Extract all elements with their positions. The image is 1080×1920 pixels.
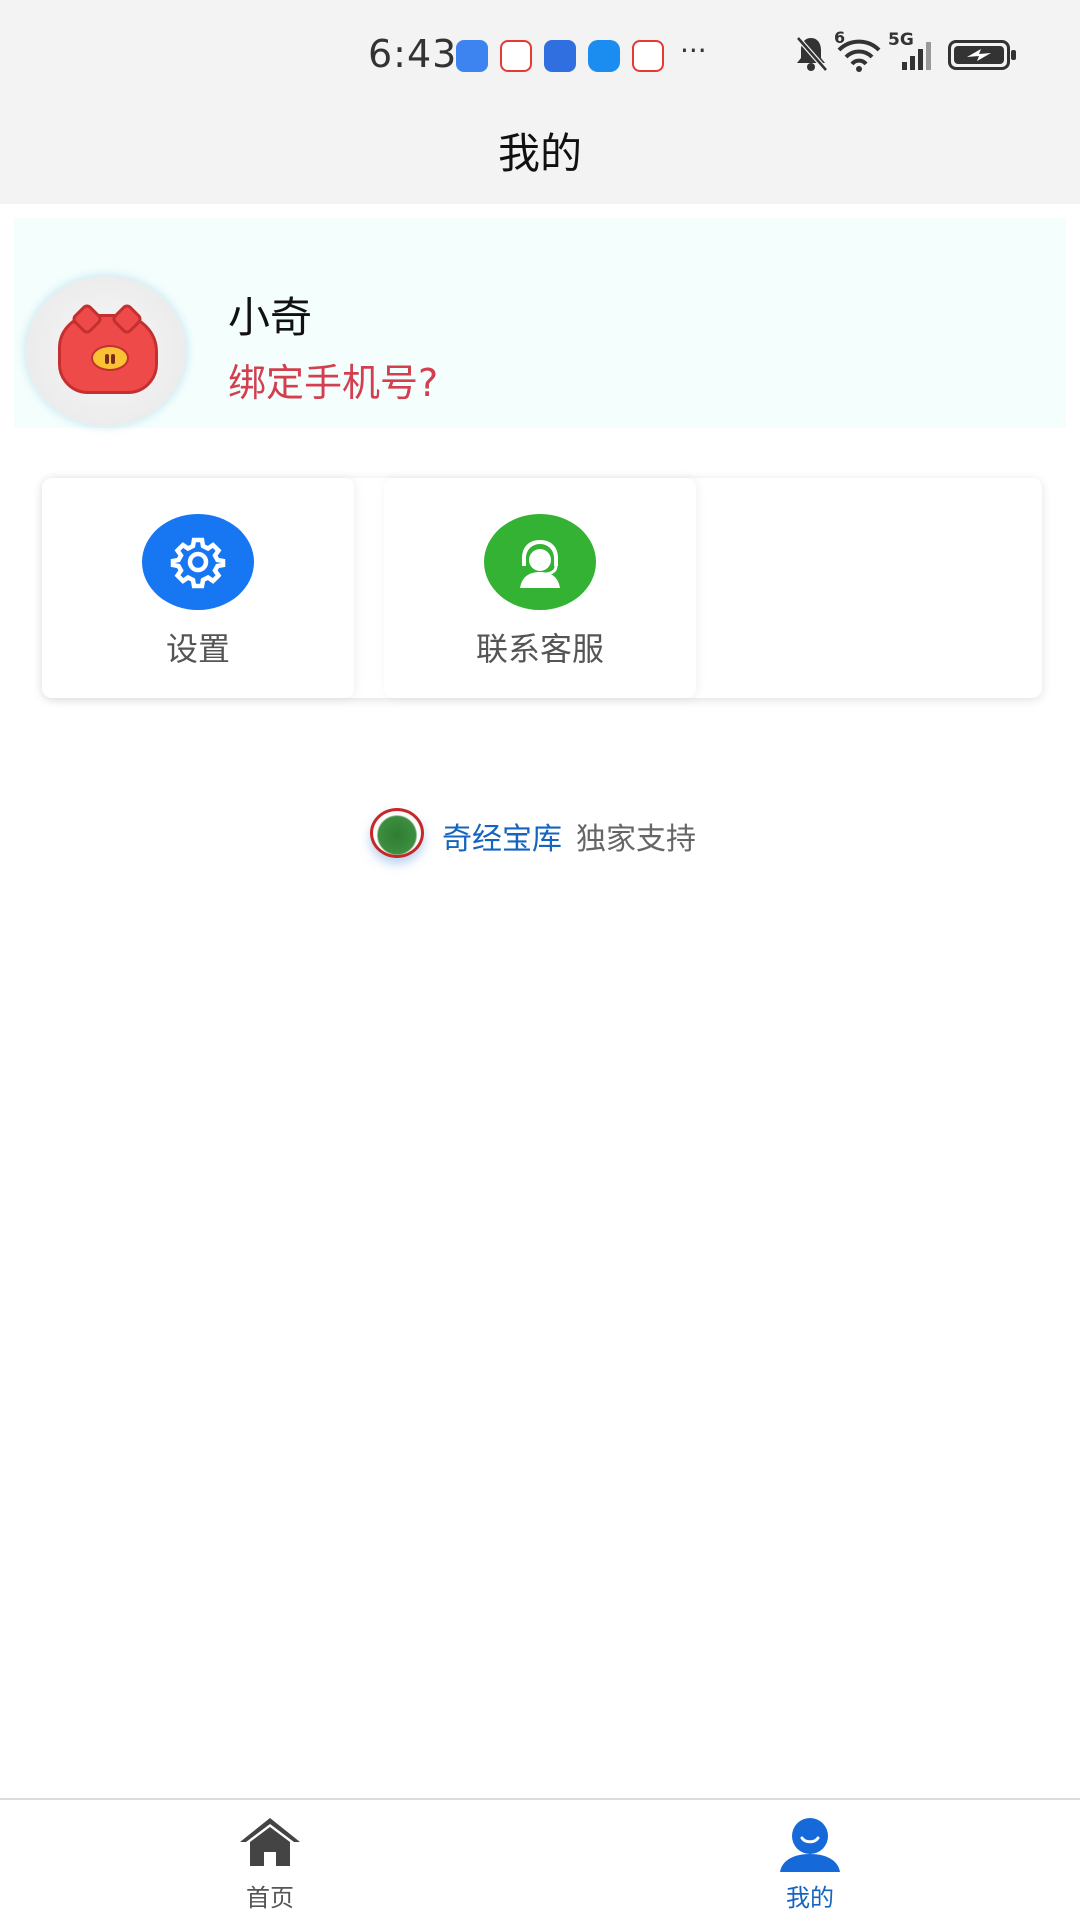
- tab-home-label: 首页: [246, 1884, 294, 1912]
- brand-logo-icon: [370, 808, 424, 858]
- avatar[interactable]: [26, 276, 186, 426]
- powered-by-suffix: 独家支持: [576, 822, 696, 857]
- network-type-label: 5G: [888, 30, 914, 50]
- tab-mine-label: 我的: [786, 1884, 834, 1912]
- gear-icon: [142, 514, 254, 610]
- user-name: 小奇: [228, 293, 313, 342]
- settings-button[interactable]: 设置: [42, 478, 354, 698]
- powered-by-brand: 奇经宝库: [442, 822, 562, 857]
- settings-label: 设置: [165, 630, 230, 668]
- bell-muted-icon: [796, 36, 828, 72]
- menu-card: 设置 联系客服: [42, 478, 1042, 698]
- header: 6:43 ··· 6 5G 我的: [0, 0, 1080, 204]
- tab-home[interactable]: 首页: [170, 1800, 370, 1920]
- bind-phone-link[interactable]: 绑定手机号?: [228, 352, 438, 407]
- status-time: 6:43: [368, 32, 458, 76]
- app-notification-icon: [632, 40, 664, 72]
- battery-charging-icon: [948, 40, 1016, 70]
- message-icon: [588, 40, 620, 72]
- usb-icon: [456, 40, 488, 72]
- wifi-generation-label: 6: [834, 28, 846, 47]
- contact-support-label: 联系客服: [475, 630, 604, 668]
- contact-support-button[interactable]: 联系客服: [384, 478, 696, 698]
- customer-service-icon: [484, 514, 596, 610]
- page-title: 我的: [497, 129, 582, 178]
- app-notification-icon: [500, 40, 532, 72]
- profile-card[interactable]: 小奇 绑定手机号?: [14, 218, 1066, 428]
- home-icon: [240, 1818, 300, 1866]
- pig-avatar-icon: [58, 302, 158, 394]
- tab-mine[interactable]: 我的: [710, 1800, 910, 1920]
- tab-bar: 首页 我的: [0, 1798, 1080, 1920]
- more-notifications-icon: ···: [680, 34, 707, 67]
- page: 6:43 ··· 6 5G 我的 小奇 绑定手机号? 设置 联系客服 奇经宝库 …: [0, 0, 1080, 1920]
- app-notification-icon: [544, 40, 576, 72]
- user-icon: [780, 1818, 840, 1872]
